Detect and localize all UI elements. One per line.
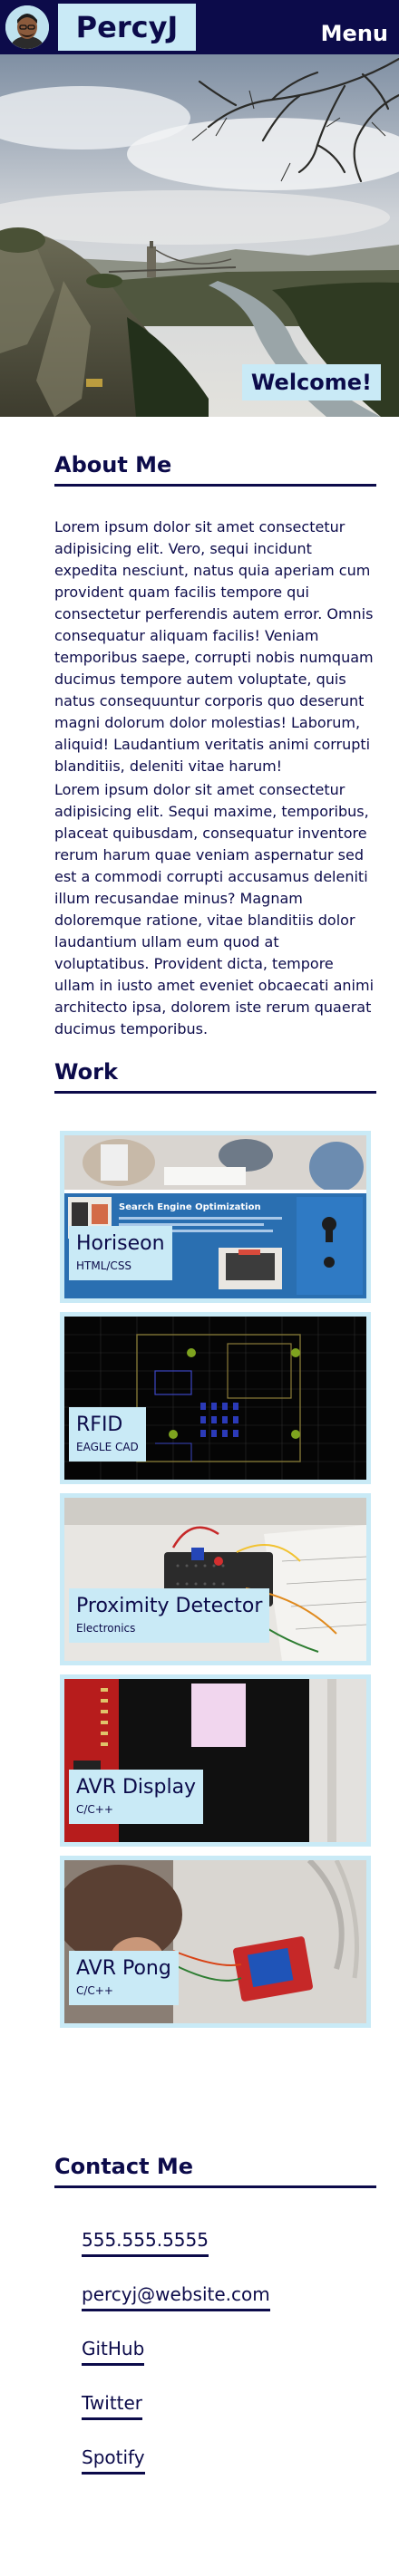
work-card-rfid[interactable]: RFID EAGLE CAD: [60, 1312, 371, 1484]
about-paragraph-1: Lorem ipsum dolor sit amet consectetur a…: [54, 518, 374, 775]
work-card-label: Proximity Detector Electronics: [69, 1588, 270, 1643]
work-card-subtitle: C/C++: [76, 1803, 113, 1816]
hero-photo: [0, 54, 399, 417]
contact-link-phone[interactable]: 555.555.5555: [82, 2227, 209, 2257]
contact-link-github[interactable]: GitHub: [82, 2336, 145, 2366]
horiseon-banner-text: Search Engine Optimization: [119, 1202, 261, 1212]
work-card-avr-pong[interactable]: AVR Pong C/C++: [60, 1856, 371, 2028]
work-card-proximity-detector[interactable]: Proximity Detector Electronics: [60, 1493, 371, 1665]
welcome-badge: Welcome!: [241, 364, 381, 400]
work-card-subtitle: Electronics: [76, 1622, 136, 1635]
avatar: [5, 5, 49, 49]
work-heading: Work: [54, 1058, 376, 1094]
work-card-title: RFID: [76, 1413, 123, 1436]
about-heading: About Me: [54, 451, 376, 487]
work-card-title: AVR Display: [76, 1776, 197, 1799]
work-card-subtitle: EAGLE CAD: [76, 1441, 139, 1453]
hero-banner: Welcome!: [0, 54, 399, 417]
work-card-horiseon[interactable]: Search Engine Optimization Horiseon HTML…: [60, 1131, 371, 1303]
work-card-label: Horiseon HTML/CSS: [69, 1226, 172, 1280]
site-brand[interactable]: PercyJ: [58, 4, 196, 51]
site-header: PercyJ Menu: [0, 0, 399, 54]
about-paragraph-2: Lorem ipsum dolor sit amet consectetur a…: [54, 781, 375, 1037]
work-card-title: Horiseon: [76, 1232, 165, 1255]
work-card-label: RFID EAGLE CAD: [69, 1407, 146, 1462]
work-card-subtitle: C/C++: [76, 1984, 113, 1997]
work-card-label: AVR Pong C/C++: [69, 1951, 179, 2005]
contact-heading: Contact Me: [54, 2153, 376, 2188]
work-card-title: Proximity Detector: [76, 1595, 263, 1617]
work-card-title: AVR Pong: [76, 1957, 171, 1980]
work-card-label: AVR Display C/C++: [69, 1770, 204, 1824]
contact-link-email[interactable]: percyj@website.com: [82, 2282, 270, 2311]
contact-link-twitter[interactable]: Twitter: [82, 2390, 143, 2420]
contact-link-spotify[interactable]: Spotify: [82, 2445, 145, 2475]
menu-button[interactable]: Menu: [321, 20, 388, 47]
work-card-avr-display[interactable]: AVR Display C/C++: [60, 1674, 371, 1847]
work-card-subtitle: HTML/CSS: [76, 1259, 132, 1272]
